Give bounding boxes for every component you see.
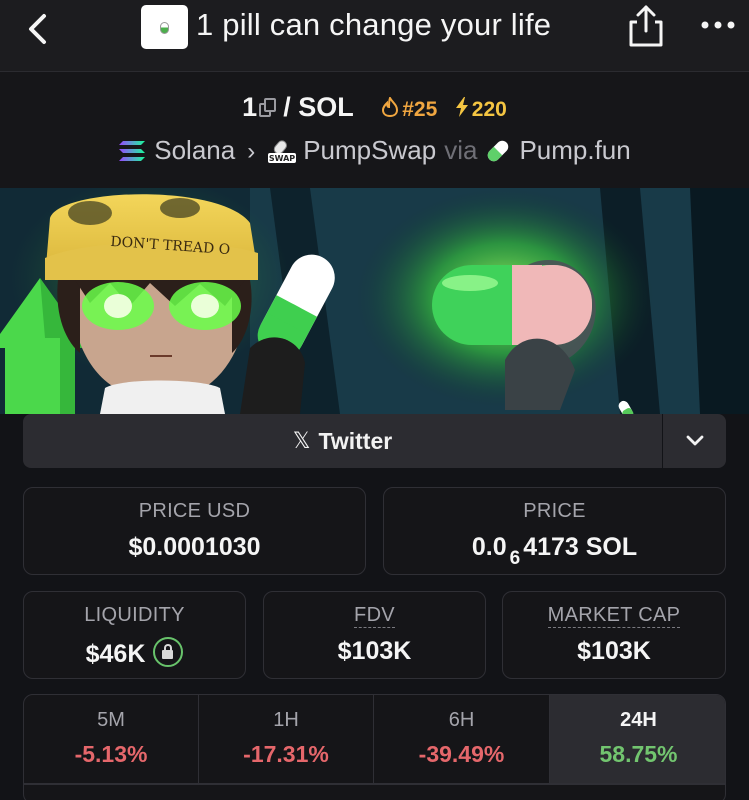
chevron-right-icon: › [247,138,256,165]
quote-symbol: / SOL [283,92,354,122]
market-cap-value: $103K [577,637,651,665]
lock-icon[interactable] [153,637,184,667]
tab-label: 6H [448,709,475,731]
copy-address-icon[interactable] [259,98,277,118]
swap-badge-text: SWAP [269,154,295,163]
pill-icon [160,22,169,34]
price-sol-card: PRICE 0.0 6 4173 SOL [383,487,726,575]
share-icon [629,5,663,47]
tab-label: 1H [273,709,299,731]
pumpswap-logo-icon: SWAP [268,140,297,163]
boosts-value: 220 [471,98,507,121]
fdv-card: FDV $103K [263,591,486,679]
market-cap-card: MARKET CAP $103K [502,591,726,679]
tab-label: 24H [620,709,657,731]
price-change: 58.75% [599,741,678,767]
liquidity-label: LIQUIDITY [84,604,185,626]
page-title: 1 pill can change your life [196,7,552,42]
chevron-down-icon [686,435,703,446]
price-change: -17.31% [243,741,329,767]
token-route-line: Solana › SWAP PumpSwap via Pump.fun [0,135,749,166]
liquidity-card: LIQUIDITY $46K [23,591,246,679]
token-header [0,72,749,188]
chevron-left-icon [29,14,46,44]
via-text: via [444,135,478,165]
solana-logo-icon [119,141,146,161]
price-usd-label: PRICE USD [138,500,251,522]
tab-5m[interactable]: 5M -5.13% [24,695,199,783]
price-sol-prefix: 0.0 [471,533,507,561]
price-change: -39.49% [418,741,505,767]
price-change: -5.13% [74,741,148,767]
token-banner-image: DON'T TREAD O [0,188,749,414]
tab-24h[interactable]: 24H 58.75% [550,695,725,783]
token-symbol: 1 [242,92,258,122]
lightning-icon [455,97,468,117]
twitter-label: Twitter [318,427,393,454]
share-button[interactable] [626,3,666,49]
market-cap-label-text: MARKET CAP [547,604,681,628]
more-dots-icon [701,21,735,29]
fdv-value: $103K [337,637,412,665]
price-usd-value: $0.0001030 [128,533,261,561]
top-nav-bar: 1 pill can change your life [0,0,749,72]
rank-value: #25 [402,98,438,121]
site-favicon [141,5,188,49]
price-sol-zero-count: 6 [509,548,521,569]
tab-label: 5M [97,709,125,731]
market-cap-label[interactable]: MARKET CAP [503,604,725,628]
x-logo-icon: 𝕏 [292,428,311,453]
tabs-divider [24,783,725,785]
price-sol-suffix: 4173 SOL [523,533,638,561]
timeframe-tabs: 5M -5.13% 1H -17.31% 6H -39.49% 24H 58.7… [23,694,726,800]
more-options-button[interactable] [700,18,736,32]
fdv-label[interactable]: FDV [264,604,485,628]
links-dropdown-button[interactable] [663,414,726,468]
pumpfun-pill-icon [488,140,509,162]
fdv-label-text: FDV [354,604,395,628]
boosts-count[interactable]: 220 [455,97,507,121]
liquidity-value: $46K [85,640,146,668]
tab-6h[interactable]: 6H -39.49% [374,695,550,783]
back-button[interactable] [22,12,56,46]
fire-icon [382,97,399,117]
tab-1h[interactable]: 1H -17.31% [199,695,374,783]
price-sol-label: PRICE [523,500,586,522]
trending-rank[interactable]: #25 [381,97,438,121]
price-sol-value: 0.0 6 4173 SOL [384,533,725,570]
twitter-link-button[interactable]: 𝕏 Twitter [23,414,662,468]
price-usd-card: PRICE USD $0.0001030 [23,487,366,575]
launchpad-name[interactable]: Pump.fun [519,135,630,165]
chain-name[interactable]: Solana [154,135,235,165]
liquidity-value-row: $46K [24,637,245,669]
token-pair-line: 1 / SOL #25 220 [0,92,749,123]
dex-name[interactable]: PumpSwap [303,135,436,165]
